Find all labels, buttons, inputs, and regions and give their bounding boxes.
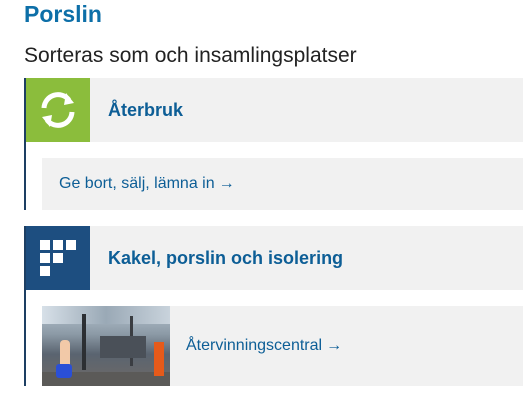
card-header-label: Återbruk bbox=[108, 99, 184, 120]
link-label: Återvinningscentral bbox=[186, 337, 323, 354]
arrow-right-icon: → bbox=[218, 175, 235, 192]
card-header-label: Kakel, porslin och isolering bbox=[108, 247, 344, 268]
card-header-ceramics: Kakel, porslin och isolering bbox=[26, 226, 523, 290]
page-title: Porslin bbox=[24, 1, 102, 27]
sorting-card-ceramics: Kakel, porslin och isolering Återvinning… bbox=[24, 226, 523, 386]
card-header-reuse: Återbruk bbox=[26, 78, 523, 142]
blocks-icon bbox=[26, 226, 90, 290]
link-ge-bort-salj-lamna-in[interactable]: Ge bort, sälj, lämna in → bbox=[42, 158, 523, 210]
sorting-card-reuse: Återbruk Ge bort, sälj, lämna in → bbox=[24, 78, 523, 210]
link-atervinningscentral[interactable]: Återvinningscentral → bbox=[42, 306, 523, 386]
recycle-arrows-icon bbox=[26, 78, 90, 142]
link-label: Ge bort, sälj, lämna in bbox=[59, 175, 215, 192]
recycling-center-photo bbox=[42, 306, 170, 386]
section-heading: Sorteras som och insamlingsplatser bbox=[24, 44, 357, 67]
arrow-right-icon: → bbox=[326, 337, 343, 354]
